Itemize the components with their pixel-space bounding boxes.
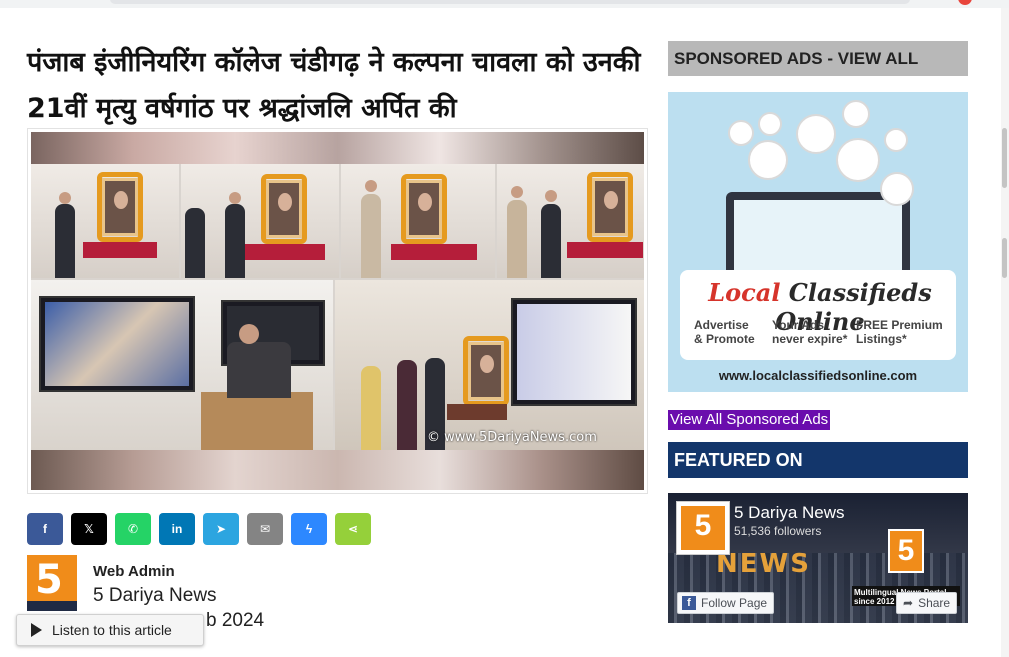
author-site: 5 Dariya News (93, 585, 217, 606)
whatsapp-icon: ✆ (127, 522, 139, 536)
author-avatar[interactable]: 5 (27, 555, 77, 611)
photo-pane-4 (497, 164, 644, 278)
gear-icon (758, 112, 782, 136)
share-icon: ⋖ (347, 522, 359, 536)
target-icon (836, 138, 880, 182)
scrollbar-thumb-secondary[interactable] (1002, 238, 1007, 278)
play-icon (31, 623, 42, 637)
cart-icon (748, 140, 788, 180)
telegram-icon: ➤ (215, 522, 227, 536)
profile-icon[interactable] (958, 0, 972, 5)
x-share-button[interactable]: 𝕏 (71, 513, 107, 545)
whatsapp-share-button[interactable]: ✆ (115, 513, 151, 545)
banner-logo: 5 (888, 529, 924, 573)
facebook-page-name[interactable]: 5 Dariya News (734, 503, 845, 523)
ad-card: Local Classifieds Online Advertise & Pro… (680, 270, 956, 360)
photo-pane-5 (31, 280, 333, 450)
coin-icon (884, 128, 908, 152)
photo-pane-1 (31, 164, 179, 278)
facebook-icon: f (43, 522, 47, 536)
local-classifieds-ad[interactable]: Local Classifieds Online Advertise & Pro… (668, 92, 968, 392)
facebook-followers: 51,536 followers (734, 524, 822, 538)
view-all-sponsored-ads-link[interactable]: View All Sponsored Ads (668, 410, 831, 430)
messenger-share-button[interactable]: ϟ (291, 513, 327, 545)
messenger-icon: ϟ (305, 522, 313, 536)
page-scrollbar[interactable] (1001, 8, 1009, 657)
facebook-page-widget[interactable]: NEWS 5 Multilingual News Portal since 20… (668, 493, 968, 623)
ad-feature-never-expire: Your Ads never expire* (772, 318, 848, 346)
avatar-logo-text: 5 (35, 557, 63, 603)
article-title: पंजाब इंजीनियरिंग कॉलेज चंडीगढ़ ने कल्पन… (27, 47, 641, 124)
photo-pane-3 (341, 164, 495, 278)
shopping-bag-icon (796, 114, 836, 154)
facebook-icon: f (682, 596, 696, 610)
author-name[interactable]: Web Admin (93, 563, 175, 580)
image-blur-top (31, 132, 644, 164)
email-share-button[interactable]: ✉ (247, 513, 283, 545)
telegram-share-button[interactable]: ➤ (203, 513, 239, 545)
follow-page-button[interactable]: f Follow Page (677, 592, 775, 614)
ad-feature-free-premium: FREE Premium Listings* (856, 318, 943, 346)
ad-url: www.localclassifiedsonline.com (718, 368, 918, 383)
linkedin-icon: in (171, 522, 183, 536)
linkedin-share-button[interactable]: in (159, 513, 195, 545)
photo-pane-2 (181, 164, 339, 278)
email-icon: ✉ (259, 522, 271, 536)
heart-icon (880, 172, 914, 206)
page-logo[interactable]: 5 (676, 501, 730, 555)
banner-news-text: NEWS (716, 549, 811, 579)
facebook-share-button[interactable]: f (27, 513, 63, 545)
photo-pane-6 (335, 280, 644, 450)
sharethis-share-button[interactable]: ⋖ (335, 513, 371, 545)
article-image: © www.5DariyaNews.com (27, 128, 648, 494)
browser-top-strip (0, 0, 1009, 8)
image-watermark: © www.5DariyaNews.com (427, 430, 597, 445)
clock-icon (728, 120, 754, 146)
facebook-share-button[interactable]: ➦ Share (896, 592, 958, 614)
share-arrow-icon: ➦ (903, 596, 914, 610)
plane-icon (842, 100, 870, 128)
featured-on-heading: FEATURED ON (668, 442, 968, 478)
x-icon: 𝕏 (84, 522, 94, 536)
sponsored-ads-heading[interactable]: SPONSORED ADS - VIEW ALL (668, 41, 968, 76)
publish-date: b 2024 (206, 610, 265, 631)
address-bar[interactable] (110, 0, 910, 4)
ad-feature-advertise: Advertise & Promote (694, 318, 755, 346)
listen-label: Listen to this article (52, 622, 172, 638)
image-blur-bottom (31, 450, 644, 490)
listen-to-article-button[interactable]: Listen to this article (16, 614, 204, 646)
scrollbar-thumb[interactable] (1002, 128, 1007, 188)
photo-collage: © www.5DariyaNews.com (31, 132, 644, 490)
